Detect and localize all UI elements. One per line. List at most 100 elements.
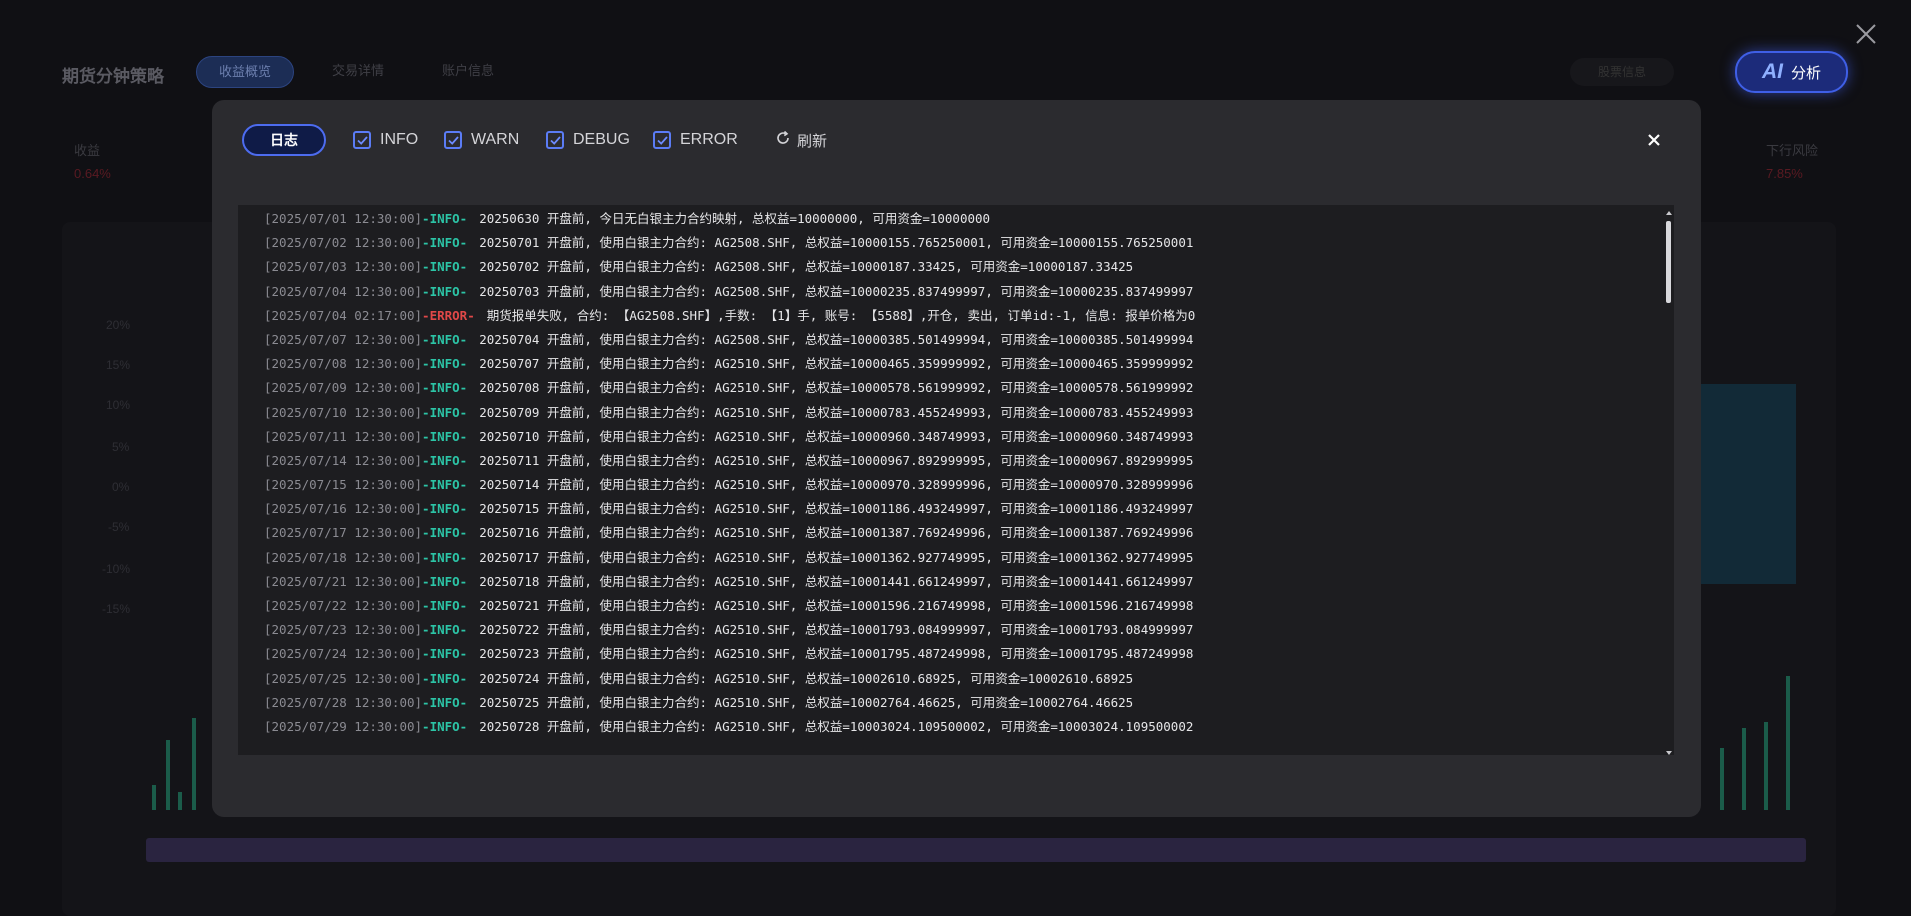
checkbox-checked-icon[interactable] [653, 131, 671, 149]
volume-bar [1786, 676, 1790, 810]
volume-bar [1720, 748, 1724, 810]
log-message: 20250715 开盘前, 使用白银主力合约: AG2510.SHF, 总权益=… [479, 501, 1194, 517]
log-message: 20250721 开盘前, 使用白银主力合约: AG2510.SHF, 总权益=… [479, 598, 1194, 613]
filter-debug[interactable]: DEBUG [546, 128, 630, 152]
log-level: -INFO- [422, 694, 468, 710]
log-timestamp: [2025/07/10 12:30:00] [264, 404, 423, 420]
downside-risk-value: 7.85% [1766, 166, 1803, 181]
log-message: 20250704 开盘前, 使用白银主力合约: AG2508.SHF, 总权益=… [479, 331, 1194, 347]
log-message: 20250707 开盘前, 使用白银主力合约: AG2510.SHF, 总权益=… [479, 356, 1194, 372]
log-message: 20250724 开盘前, 使用白银主力合约: AG2510.SHF, 总权益=… [479, 670, 1134, 686]
volume-bar [152, 785, 156, 810]
log-level: -INFO- [422, 549, 468, 565]
checkbox-checked-icon[interactable] [444, 131, 462, 149]
y-tick-label: -10% [102, 562, 131, 576]
tab-log[interactable]: 日志 [242, 124, 326, 156]
log-line: [2025/07/21 12:30:00]-INFO- 20250718 开盘前,… [238, 570, 1648, 594]
ai-analysis-label: 分析 [1790, 64, 1821, 82]
refresh-icon [775, 130, 791, 150]
log-line: [2025/07/08 12:30:00]-INFO- 20250707 开盘前,… [238, 352, 1648, 376]
refresh-button[interactable]: 刷新 [775, 128, 827, 152]
log-timestamp: [2025/07/08 12:30:00] [264, 356, 423, 372]
log-line: [2025/07/11 12:30:00]-INFO- 20250710 开盘前,… [238, 425, 1648, 449]
log-level: -INFO- [422, 598, 468, 613]
log-level: -INFO- [422, 283, 468, 299]
log-level: -INFO- [422, 525, 468, 541]
log-timestamp: [2025/07/04 12:30:00] [264, 283, 423, 299]
log-line: [2025/07/02 12:30:00]-INFO- 20250701 开盘前,… [238, 231, 1648, 255]
scroll-down-icon[interactable] [1664, 745, 1674, 755]
log-message: 20250725 开盘前, 使用白银主力合约: AG2510.SHF, 总权益=… [479, 694, 1134, 710]
filter-error[interactable]: ERROR [653, 128, 738, 152]
log-line: [2025/07/03 12:30:00]-INFO- 20250702 开盘前,… [238, 255, 1648, 279]
log-message: 20250703 开盘前, 使用白银主力合约: AG2508.SHF, 总权益=… [479, 283, 1194, 299]
close-icon[interactable] [1644, 130, 1664, 150]
strategy-title: 期货分钟策略 [62, 67, 164, 86]
log-line: [2025/07/23 12:30:00]-INFO- 20250722 开盘前,… [238, 618, 1648, 642]
refresh-label: 刷新 [797, 132, 828, 150]
y-tick-label: -5% [108, 520, 130, 534]
tab-overview[interactable]: 收益概览 [196, 56, 295, 88]
checkbox-checked-icon[interactable] [546, 131, 564, 149]
log-level: -INFO- [422, 211, 468, 226]
scrollbar-thumb[interactable] [1666, 221, 1671, 303]
log-message: 20250710 开盘前, 使用白银主力合约: AG2510.SHF, 总权益=… [479, 428, 1194, 444]
log-timestamp: [2025/07/24 12:30:00] [264, 646, 423, 662]
log-modal: 日志 INFO WARN DEBUG ERROR 刷新 [2025/07/01 … [212, 100, 1701, 817]
filter-warn[interactable]: WARN [444, 128, 519, 152]
volume-bar [192, 718, 196, 810]
tab-trade-detail[interactable]: 交易详情 [310, 56, 406, 86]
log-level: -INFO- [422, 452, 468, 468]
log-message: 20250702 开盘前, 使用白银主力合约: AG2508.SHF, 总权益=… [479, 259, 1134, 275]
stock-info-button[interactable]: 股票信息 [1570, 58, 1674, 86]
log-timestamp: [2025/07/09 12:30:00] [264, 380, 423, 396]
log-level: -INFO- [422, 501, 468, 517]
log-line: [2025/07/17 12:30:00]-INFO- 20250716 开盘前,… [238, 521, 1648, 545]
tab-account-info[interactable]: 账户信息 [420, 56, 516, 86]
downside-risk-label: 下行风险 [1766, 143, 1819, 158]
log-level: -INFO- [422, 477, 468, 493]
close-icon[interactable] [1854, 22, 1878, 46]
checkbox-checked-icon[interactable] [353, 131, 371, 149]
log-line: [2025/07/25 12:30:00]-INFO- 20250724 开盘前,… [238, 667, 1648, 691]
log-timestamp: [2025/07/17 12:30:00] [264, 525, 423, 541]
background-zoom-slider[interactable] [146, 838, 1806, 862]
volume-bar [166, 740, 170, 810]
return-value: 0.64% [74, 166, 111, 181]
ai-analysis-button[interactable]: AI 分析 [1735, 51, 1848, 93]
volume-bar [1764, 722, 1768, 810]
log-level: -INFO- [422, 331, 468, 347]
log-line: [2025/07/24 12:30:00]-INFO- 20250723 开盘前,… [238, 642, 1648, 666]
scroll-up-icon[interactable] [1664, 205, 1674, 215]
log-timestamp: [2025/07/01 12:30:00] [264, 211, 423, 226]
log-level: -INFO- [422, 622, 468, 638]
filter-info[interactable]: INFO [353, 128, 418, 152]
log-message: 20250723 开盘前, 使用白银主力合约: AG2510.SHF, 总权益=… [479, 646, 1194, 662]
log-timestamp: [2025/07/21 12:30:00] [264, 573, 423, 589]
log-line: [2025/07/14 12:30:00]-INFO- 20250711 开盘前,… [238, 449, 1648, 473]
log-line: [2025/07/28 12:30:00]-INFO- 20250725 开盘前,… [238, 691, 1648, 715]
background-area-fill [1700, 384, 1796, 584]
log-line: [2025/07/29 12:30:00]-INFO- 20250728 开盘前,… [238, 715, 1648, 739]
log-line: [2025/07/10 12:30:00]-INFO- 20250709 开盘前,… [238, 401, 1648, 425]
log-level: -INFO- [422, 404, 468, 420]
log-message: 期货报单失败, 合约: 【AG2508.SHF】,手数: 【1】手, 账号: 【… [486, 307, 1196, 323]
log-timestamp: [2025/07/28 12:30:00] [264, 694, 423, 710]
ai-icon: AI [1761, 60, 1783, 83]
log-panel[interactable]: [2025/07/01 12:30:00]-INFO- 20250630 开盘前,… [238, 205, 1674, 755]
filter-debug-label: DEBUG [573, 131, 630, 148]
volume-bar [178, 792, 182, 810]
log-message: 20250718 开盘前, 使用白银主力合约: AG2510.SHF, 总权益=… [479, 573, 1194, 589]
log-line: [2025/07/07 12:30:00]-INFO- 20250704 开盘前,… [238, 328, 1648, 352]
log-message: 20250708 开盘前, 使用白银主力合约: AG2510.SHF, 总权益=… [479, 380, 1194, 396]
log-level: -INFO- [422, 380, 468, 396]
log-message: 20250709 开盘前, 使用白银主力合约: AG2510.SHF, 总权益=… [479, 404, 1194, 420]
log-scrollbar[interactable] [1664, 205, 1674, 755]
log-timestamp: [2025/07/22 12:30:00] [264, 598, 423, 613]
log-line: [2025/07/22 12:30:00]-INFO- 20250721 开盘前,… [238, 594, 1648, 618]
log-message: 20250701 开盘前, 使用白银主力合约: AG2508.SHF, 总权益=… [479, 235, 1194, 251]
log-message: 20250711 开盘前, 使用白银主力合约: AG2510.SHF, 总权益=… [479, 452, 1194, 468]
log-timestamp: [2025/07/25 12:30:00] [264, 670, 423, 686]
log-line: [2025/07/01 12:30:00]-INFO- 20250630 开盘前,… [238, 207, 1648, 231]
log-timestamp: [2025/07/02 12:30:00] [264, 235, 423, 251]
